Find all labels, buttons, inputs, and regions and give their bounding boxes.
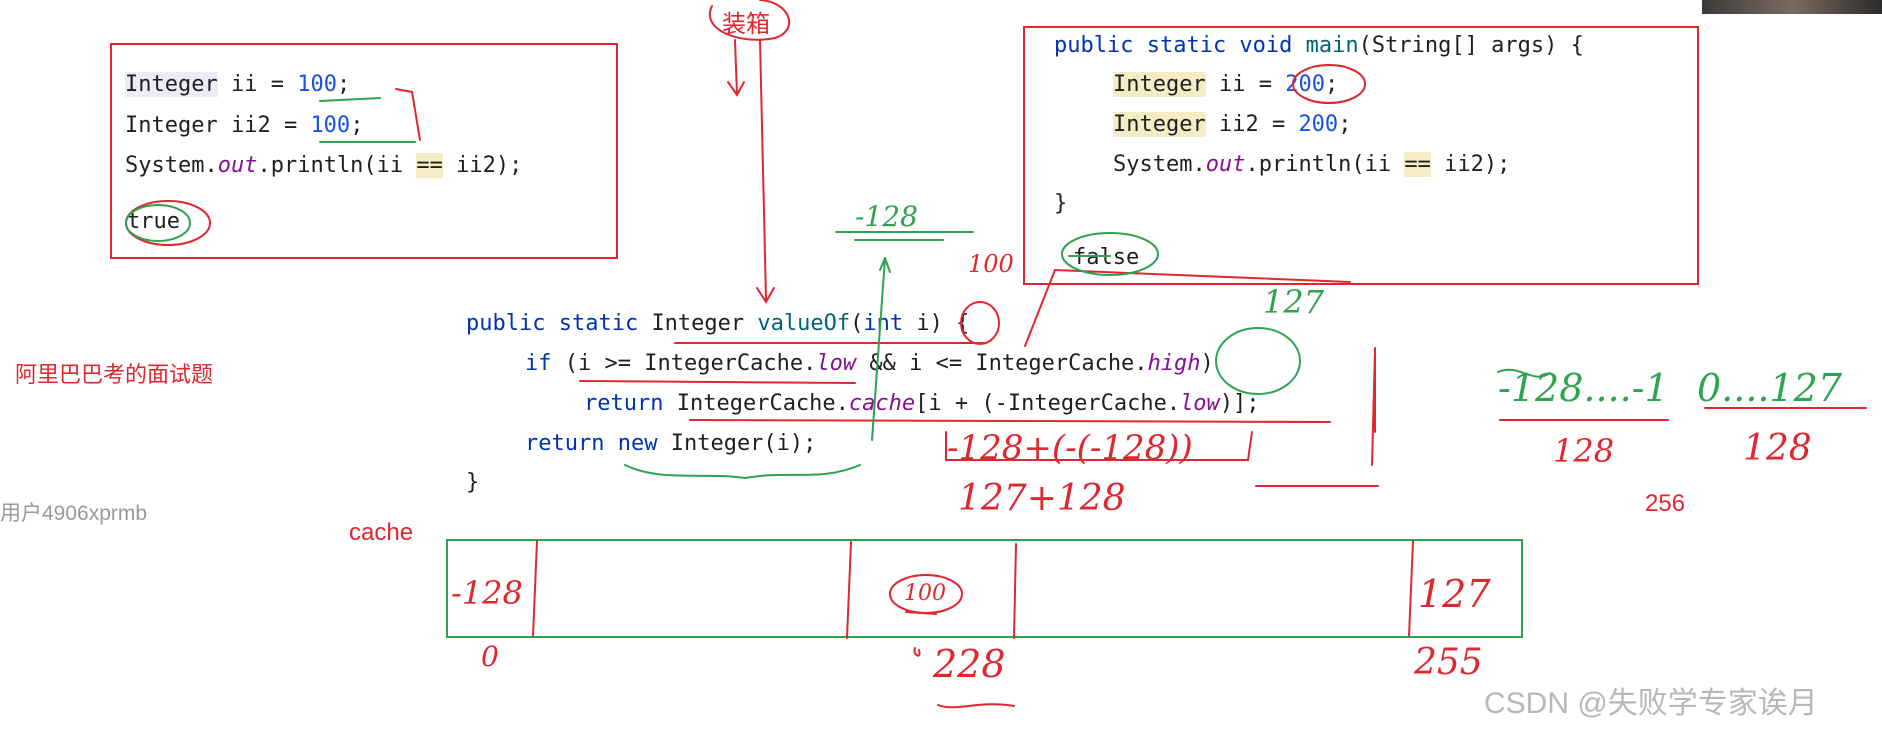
annotation-expr-2: 127+128 — [958, 478, 1126, 519]
boxing-short-arrow — [727, 39, 745, 97]
camera-thumbnail — [1702, 0, 1882, 14]
valueof-line-3: return IntegerCache.cache[i + (-IntegerC… — [584, 391, 1260, 416]
cache-label: cache — [349, 519, 414, 546]
underline-cache — [689, 419, 1331, 423]
left-output-true: true — [127, 209, 180, 234]
cache-index-mid: 228 — [933, 642, 1006, 686]
right-code-close-brace: } — [1054, 191, 1068, 216]
index-mid-underline — [937, 703, 1015, 709]
cache-index-last: 255 — [1414, 642, 1483, 683]
valueof-line-4: return new Integer(i); — [525, 431, 817, 456]
user-watermark: 用户4906xprmb — [0, 502, 148, 525]
boxing-label: 装箱 — [722, 11, 770, 38]
annotation-127-high: 127 — [1263, 283, 1325, 321]
annotation-range-right: 0....127 — [1697, 366, 1843, 410]
underline-low — [579, 380, 856, 384]
boxing-long-arrow — [756, 39, 775, 304]
cache-first-value: -128 — [451, 574, 523, 612]
annotation-neg128-top: -128 — [855, 200, 918, 233]
high-green-circle — [1215, 327, 1301, 395]
right-code-line-2: Integer ii2 = 200; — [1113, 112, 1352, 137]
interview-question-label: 阿里巴巴考的面试题 — [15, 362, 214, 387]
cache-index-first: 0 — [481, 640, 499, 673]
right-output-false: false — [1073, 245, 1140, 270]
cache-array-box — [446, 539, 1523, 638]
annotation-100-small: 100 — [968, 250, 1014, 278]
annotation-range-left: -128....-1 — [1498, 366, 1669, 410]
annotation-count-left: 128 — [1553, 432, 1615, 470]
vertical-divider — [1371, 347, 1376, 466]
right-code-line-1: Integer ii = 200; — [1113, 72, 1339, 97]
count-256-label: 256 — [1645, 490, 1686, 517]
right-code-line-3: System.out.println(ii == ii2); — [1113, 152, 1511, 177]
valueof-line-1: public static Integer valueOf(int i) { — [466, 311, 970, 336]
left-code-line-1: Integer ii = 100; — [125, 72, 351, 97]
left-code-line-3: System.out.println(ii == ii2); — [125, 153, 523, 178]
return-new-squiggle — [624, 464, 861, 480]
left-code-line-2: Integer ii2 = 100; — [125, 113, 364, 138]
cache-last-value: 127 — [1418, 572, 1491, 616]
neg128-underline — [835, 231, 974, 241]
right-code-signature: public static void main(String[] args) { — [1054, 33, 1584, 58]
cache-mid-value: 100 — [904, 581, 946, 606]
annotation-count-right: 128 — [1743, 428, 1812, 469]
csdn-watermark: CSDN @失败学专家诶月 — [1484, 687, 1818, 720]
valueof-line-2: if (i >= IntegerCache.low && i <= Intege… — [525, 351, 1214, 376]
annotation-expr-1: -128+(-(-128)) — [947, 428, 1193, 468]
index-mid-mark — [913, 647, 921, 657]
valueof-line-5: } — [466, 470, 480, 495]
